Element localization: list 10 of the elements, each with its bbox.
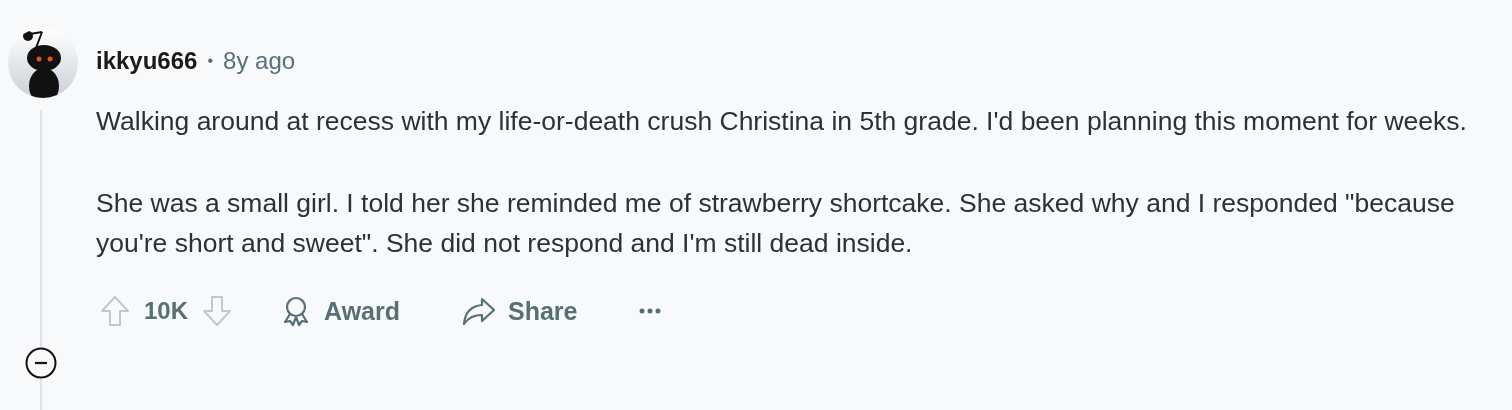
- timestamp: 8y ago: [223, 47, 296, 75]
- vote-score: 10K: [144, 297, 189, 325]
- award-button[interactable]: Award: [270, 289, 410, 333]
- username[interactable]: ikkyu666: [96, 47, 198, 75]
- share-icon: [462, 296, 496, 326]
- collapse-icon[interactable]: [25, 347, 57, 379]
- comment-text: Walking around at recess with my life-or-death crush Christina in 5th grade. I'd been planning this moment for weeks.: [96, 105, 1468, 138]
- share-button[interactable]: Share: [452, 290, 588, 332]
- separator-dot: •: [207, 52, 214, 70]
- comment-text: She was a small girl. I told her she reminded me of strawberry shortcake. She asked why and I responded "because you're short and sweet". She did not respond and I'm still dead inside.: [96, 187, 1456, 260]
